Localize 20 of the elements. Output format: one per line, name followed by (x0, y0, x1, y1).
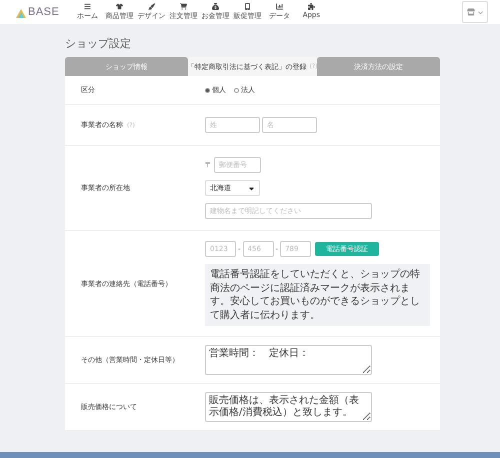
text-area[interactable]: 販売価格は、表示された金額（表示価格/消費税込）と致します。 (205, 392, 372, 422)
radio-dot[interactable] (205, 88, 210, 92)
list-icon (84, 3, 91, 10)
money-bag-icon (212, 3, 219, 10)
shop-menu-button[interactable] (462, 1, 488, 23)
phone-icon (244, 3, 251, 10)
caret-down-icon (248, 184, 255, 192)
shirt-icon (116, 3, 123, 10)
page-title: ショップ設定 (65, 36, 132, 51)
store-icon (467, 8, 475, 16)
puzzle-icon (308, 3, 315, 10)
text-area[interactable]: 営業時間： 定休日： (205, 345, 372, 375)
logo[interactable]: BASE (16, 6, 60, 18)
info-note: 電話番号認証をしていただくと、ショップの特商法のページに認証済みマークが表示されます。安心してお買いものができるショップとして購入者に伝わります。 (205, 264, 430, 326)
radio-dot[interactable] (234, 88, 239, 92)
chevron-down-icon (478, 10, 483, 14)
bar-chart-icon (276, 3, 283, 10)
cart-icon (180, 3, 187, 10)
brush-icon (148, 3, 155, 10)
logo-triangle-icon (16, 9, 26, 18)
